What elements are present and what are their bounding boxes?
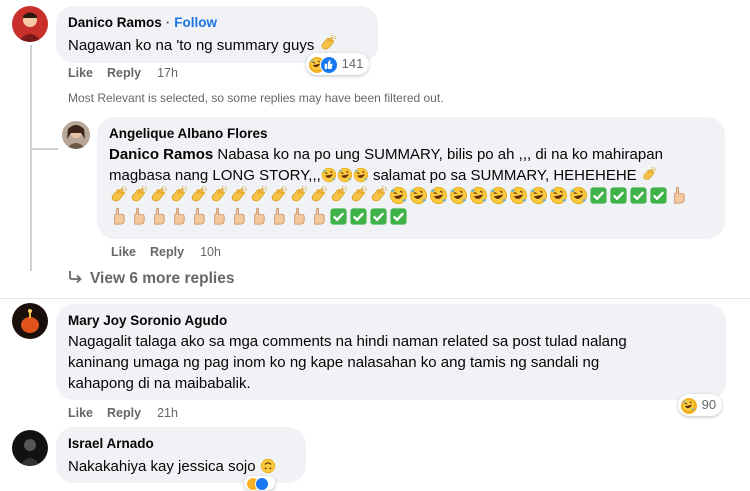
- comment-author[interactable]: Mary Joy Soronio Agudo: [68, 313, 227, 328]
- thread-line-branch: [30, 148, 58, 150]
- filter-note: Most Relevant is selected, so some repli…: [68, 91, 444, 105]
- pointing-hand-emoji-icon: [249, 207, 268, 226]
- rofl-emoji-icon: [529, 186, 548, 205]
- comment-text-line: salamat po sa SUMMARY, HEHEHEHE: [372, 167, 637, 184]
- clapping-hands-emoji-icon: [369, 186, 388, 205]
- view-more-replies-label: View 6 more replies: [90, 270, 235, 287]
- check-mark-emoji-icon: [349, 207, 368, 226]
- clapping-hands-emoji-icon: [269, 186, 288, 205]
- view-more-replies-button[interactable]: View 6 more replies: [68, 270, 234, 288]
- reply-button[interactable]: Reply: [150, 245, 184, 259]
- comment-text-line: Nabasa ko na po ung SUMMARY, bilis po ah…: [217, 146, 663, 163]
- avatar[interactable]: [12, 6, 48, 42]
- rofl-emoji-icon: [321, 167, 337, 183]
- haha-reaction-icon: [680, 397, 698, 415]
- like-button[interactable]: Like: [68, 406, 93, 420]
- check-mark-emoji-icon: [629, 186, 648, 205]
- clapping-hands-emoji-icon: [129, 186, 148, 205]
- comment-bubble: Mary Joy Soronio Agudo Nagagalit talaga …: [56, 304, 726, 400]
- comment-author[interactable]: Angelique Albano Flores: [109, 126, 268, 141]
- rofl-emoji-icon: [489, 186, 508, 205]
- rofl-emoji-icon: [353, 167, 369, 183]
- reply-button[interactable]: Reply: [107, 406, 141, 420]
- pointing-hand-emoji-icon: [669, 186, 688, 205]
- divider: [0, 298, 750, 299]
- mention-link[interactable]: Danico Ramos: [109, 146, 213, 163]
- emoji-row: [109, 207, 719, 228]
- comment-timestamp[interactable]: 17h: [157, 66, 178, 80]
- rofl-emoji-icon: [509, 186, 528, 205]
- rofl-emoji-icon: [469, 186, 488, 205]
- clapping-hands-emoji-icon: [349, 186, 368, 205]
- check-mark-emoji-icon: [649, 186, 668, 205]
- check-mark-emoji-icon: [369, 207, 388, 226]
- comment-author[interactable]: Israel Arnado: [68, 436, 154, 451]
- pointing-hand-emoji-icon: [229, 207, 248, 226]
- pointing-hand-emoji-icon: [109, 207, 128, 226]
- comment-text-line: Nagagalit talaga ako sa mga comments na …: [68, 333, 627, 350]
- comment-text-line: kahapong di na maibabalik.: [68, 375, 251, 392]
- clapping-hands-emoji-icon: [229, 186, 248, 205]
- clapping-hands-emoji-icon: [319, 35, 337, 53]
- clapping-hands-emoji-icon: [249, 186, 268, 205]
- avatar[interactable]: [12, 430, 48, 466]
- rofl-emoji-icon: [389, 186, 408, 205]
- like-reaction-icon: [320, 56, 338, 74]
- like-button[interactable]: Like: [111, 245, 136, 259]
- reply-bubble: Angelique Albano Flores Danico Ramos Nab…: [97, 117, 725, 239]
- comment-timestamp[interactable]: 10h: [200, 245, 221, 259]
- comment-text-line: magbasa nang LONG STORY,,,: [109, 167, 321, 184]
- check-mark-emoji-icon: [329, 207, 348, 226]
- check-mark-emoji-icon: [389, 207, 408, 226]
- pointing-hand-emoji-icon: [189, 207, 208, 226]
- reaction-count: 141: [341, 56, 364, 71]
- comment-bubble: Israel Arnado Nakakahiya kay jessica soj…: [56, 427, 306, 483]
- rofl-emoji-icon: [337, 167, 353, 183]
- rofl-emoji-icon: [569, 186, 588, 205]
- reply-arrow-icon: [69, 271, 82, 284]
- reaction-summary[interactable]: 141: [306, 53, 370, 75]
- upside-down-face-emoji-icon: [260, 458, 276, 474]
- pointing-hand-emoji-icon: [209, 207, 228, 226]
- emoji-row: [109, 186, 719, 207]
- clapping-hands-emoji-icon: [149, 186, 168, 205]
- pointing-hand-emoji-icon: [169, 207, 188, 226]
- rofl-emoji-icon: [549, 186, 568, 205]
- avatar[interactable]: [12, 303, 48, 339]
- clapping-hands-emoji-icon: [169, 186, 188, 205]
- clapping-hands-emoji-icon: [209, 186, 228, 205]
- clapping-hands-emoji-icon: [109, 186, 128, 205]
- pointing-hand-emoji-icon: [129, 207, 148, 226]
- check-mark-emoji-icon: [609, 186, 628, 205]
- clapping-hands-emoji-icon: [289, 186, 308, 205]
- reply-button[interactable]: Reply: [107, 66, 141, 80]
- clapping-hands-emoji-icon: [309, 186, 328, 205]
- follow-button[interactable]: Follow: [174, 15, 217, 30]
- rofl-emoji-icon: [429, 186, 448, 205]
- clapping-hands-emoji-icon: [329, 186, 348, 205]
- check-mark-emoji-icon: [589, 186, 608, 205]
- reaction-summary[interactable]: [244, 476, 275, 491]
- like-button[interactable]: Like: [68, 66, 93, 80]
- clapping-hands-emoji-icon: [641, 167, 657, 183]
- rofl-emoji-icon: [409, 186, 428, 205]
- pointing-hand-emoji-icon: [309, 207, 328, 226]
- thread-line: [30, 45, 32, 271]
- clapping-hands-emoji-icon: [189, 186, 208, 205]
- comment-text-line: kaninang umaga ng pag inom ko ng kape na…: [68, 354, 600, 371]
- comment-text: Nakakahiya kay jessica sojo: [68, 458, 256, 475]
- comment-timestamp[interactable]: 21h: [157, 406, 178, 420]
- rofl-emoji-icon: [449, 186, 468, 205]
- pointing-hand-emoji-icon: [289, 207, 308, 226]
- pointing-hand-emoji-icon: [149, 207, 168, 226]
- reaction-count: 90: [701, 397, 717, 412]
- pointing-hand-emoji-icon: [269, 207, 288, 226]
- avatar[interactable]: [62, 121, 90, 149]
- reaction-summary[interactable]: 90: [678, 394, 723, 416]
- comment-text: Nagawan ko na 'to ng summary guys: [68, 37, 315, 54]
- comment-author[interactable]: Danico Ramos: [68, 15, 162, 30]
